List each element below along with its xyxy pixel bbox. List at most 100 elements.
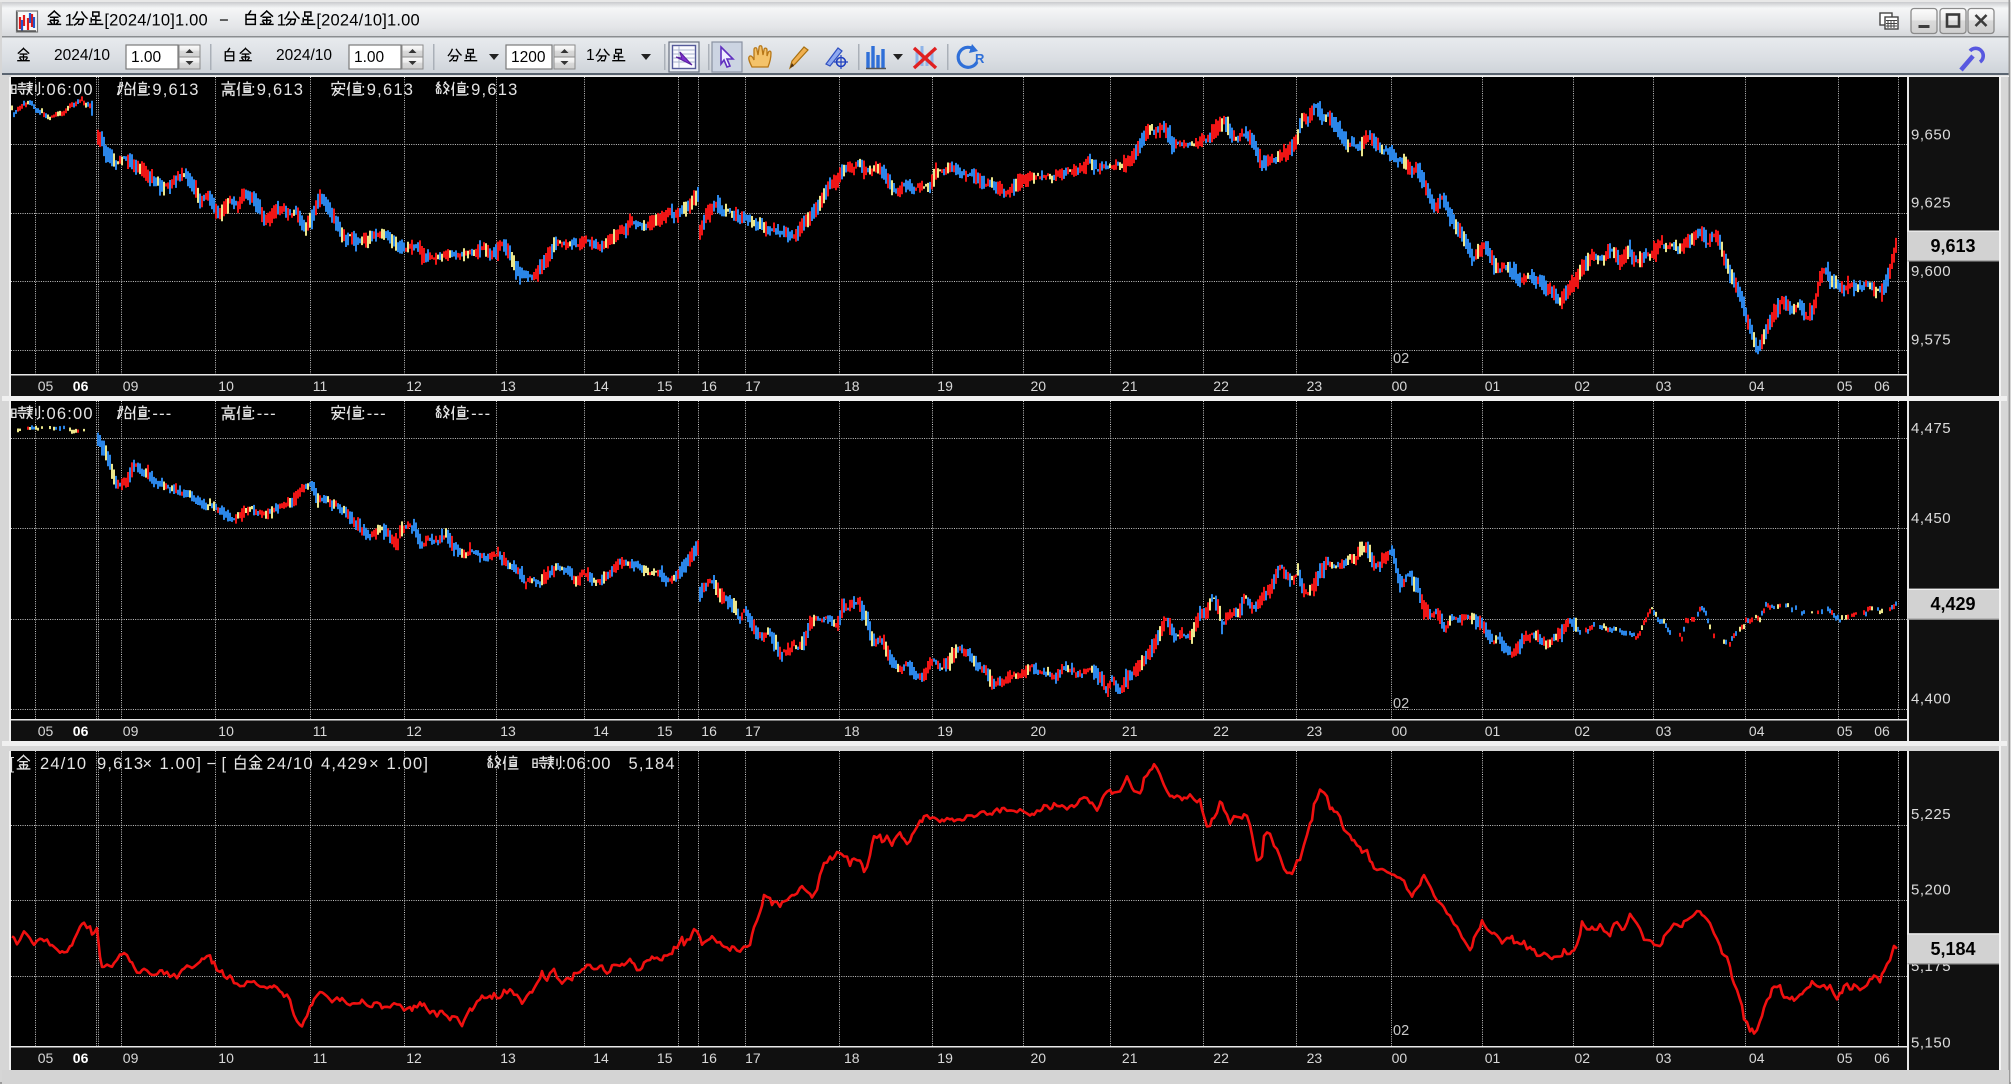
svg-text:09: 09 [123,378,139,394]
svg-text:1: 1 [277,11,286,30]
svg-text::---: :--- [361,405,387,423]
svg-text:01: 01 [1485,723,1501,739]
svg-text:02: 02 [1393,696,1409,712]
svg-text:06: 06 [73,378,89,394]
svg-text:16: 16 [701,378,717,394]
svg-text:22: 22 [1213,378,1229,394]
svg-text:16: 16 [701,723,717,739]
svg-text:03: 03 [1656,723,1672,739]
svg-text:02: 02 [1575,378,1591,394]
svg-text:4,475: 4,475 [1911,420,1951,437]
svg-text:−: − [207,755,217,773]
svg-text:02: 02 [1393,1023,1409,1039]
svg-text:18: 18 [844,378,860,394]
svg-text:24/10: 24/10 [267,755,314,773]
svg-text:[: [ [222,755,228,773]
svg-text:05: 05 [1837,1050,1853,1066]
svg-text:9,575: 9,575 [1911,332,1951,349]
svg-text:1.00]: 1.00] [160,755,203,773]
svg-text:9,625: 9,625 [1911,195,1951,212]
svg-text::9,613: :9,613 [147,81,200,99]
svg-text:20: 20 [1031,1050,1047,1066]
svg-text:2024/10: 2024/10 [276,47,332,64]
svg-text:01: 01 [1485,378,1501,394]
svg-text:5,184: 5,184 [1930,939,1975,959]
svg-text:06: 06 [73,723,89,739]
svg-text:15: 15 [657,378,673,394]
svg-text:05: 05 [38,1050,54,1066]
svg-text:1200: 1200 [511,49,546,66]
svg-text:23: 23 [1307,378,1323,394]
svg-text:11: 11 [313,378,328,394]
svg-text:00: 00 [1392,378,1408,394]
svg-text:14: 14 [593,1050,609,1066]
svg-text:1.00: 1.00 [354,49,385,66]
svg-text:[2024/10]1.00: [2024/10]1.00 [316,12,420,30]
svg-text:15: 15 [657,1050,673,1066]
svg-text:23: 23 [1307,723,1323,739]
svg-text:19: 19 [937,378,953,394]
svg-text:19: 19 [937,1050,953,1066]
svg-text:5,150: 5,150 [1911,1034,1951,1051]
svg-text:12: 12 [406,1050,422,1066]
svg-text:04: 04 [1749,723,1765,739]
svg-text:16: 16 [701,1050,717,1066]
svg-text:14: 14 [593,378,609,394]
svg-text::---: :--- [465,405,491,423]
svg-text:−: − [219,12,229,30]
svg-text:5,200: 5,200 [1911,881,1951,898]
svg-text:[: [ [10,755,16,773]
svg-text:18: 18 [844,723,860,739]
svg-text:17: 17 [745,723,761,739]
svg-text:13: 13 [500,723,516,739]
svg-text:02: 02 [1575,1050,1591,1066]
svg-text:05: 05 [38,723,54,739]
svg-text:21: 21 [1122,1050,1138,1066]
svg-text::---: :--- [147,405,173,423]
svg-text:12: 12 [406,378,422,394]
svg-text:1.00: 1.00 [131,49,162,66]
svg-text:4,400: 4,400 [1911,691,1951,708]
svg-text:02: 02 [1575,723,1591,739]
svg-text:05: 05 [1837,723,1853,739]
svg-text:09: 09 [123,1050,139,1066]
svg-text:1: 1 [586,47,595,64]
svg-text:20: 20 [1031,378,1047,394]
svg-text:06: 06 [1874,723,1890,739]
svg-text:01: 01 [1485,1050,1501,1066]
svg-text::06:00: :06:00 [562,755,611,773]
svg-text:04: 04 [1749,1050,1765,1066]
svg-text:×: × [369,755,379,773]
svg-text:4,429: 4,429 [1930,594,1975,614]
svg-text:19: 19 [937,723,953,739]
svg-text:06: 06 [1874,378,1890,394]
svg-text:20: 20 [1031,723,1047,739]
svg-text:14: 14 [593,723,609,739]
svg-text:04: 04 [1749,378,1765,394]
svg-text::9,613: :9,613 [465,81,518,99]
svg-text:17: 17 [745,378,761,394]
svg-text:R: R [975,51,985,66]
svg-text:18: 18 [844,1050,860,1066]
svg-text:00: 00 [1392,723,1408,739]
svg-text:10: 10 [218,723,234,739]
svg-text:4,429: 4,429 [321,755,368,773]
svg-text:22: 22 [1213,723,1229,739]
svg-text:1.00]: 1.00] [387,755,430,773]
svg-text:22: 22 [1213,1050,1229,1066]
svg-text:9,600: 9,600 [1911,263,1951,280]
svg-text::06:00: :06:00 [41,81,94,99]
svg-text:03: 03 [1656,378,1672,394]
svg-text:02: 02 [1393,351,1409,367]
svg-text:06: 06 [1874,1050,1890,1066]
svg-text:1: 1 [65,11,74,30]
svg-text:21: 21 [1122,723,1138,739]
svg-text:17: 17 [745,1050,761,1066]
svg-text:4,450: 4,450 [1911,510,1951,527]
svg-text:9,650: 9,650 [1911,126,1951,143]
svg-text:15: 15 [657,723,673,739]
svg-text:5,184: 5,184 [629,755,676,773]
svg-text:11: 11 [313,723,328,739]
svg-text:03: 03 [1656,1050,1672,1066]
svg-text::9,613: :9,613 [361,81,414,99]
